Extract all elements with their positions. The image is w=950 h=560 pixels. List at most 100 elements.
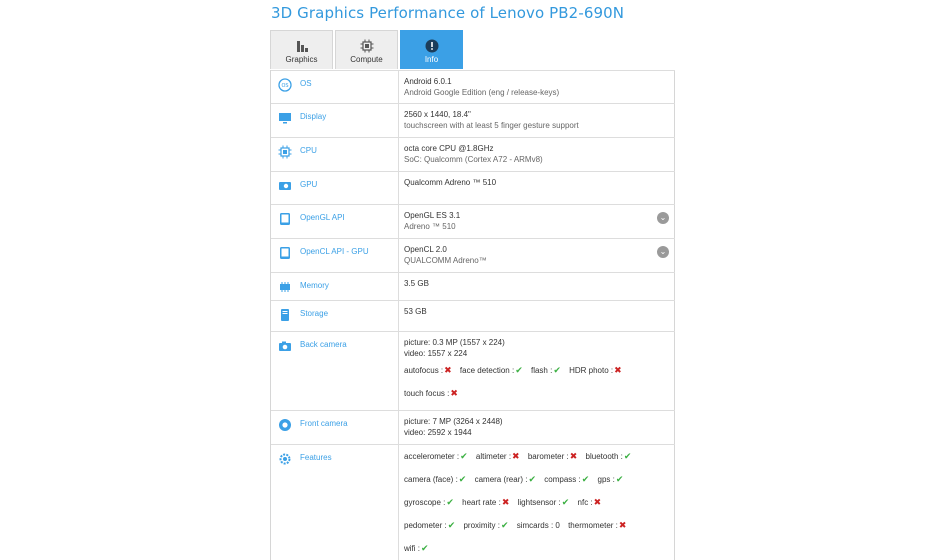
display-touch: touchscreen with at least 5 finger gestu… xyxy=(404,121,579,130)
row-gpu-label: GPU xyxy=(300,180,318,189)
opengl-icon xyxy=(280,213,290,225)
cross-icon: ✖ xyxy=(614,365,622,375)
tab-info[interactable]: Info xyxy=(400,30,463,69)
front-camera-picture: picture: 7 MP (3264 x 2448) xyxy=(404,417,503,426)
feature-nfc: nfc :✖ xyxy=(578,491,602,514)
row-gpu: GPU Qualcomm Adreno ™ 510 xyxy=(271,171,675,204)
feature-altimeter: altimeter :✖ xyxy=(476,445,520,468)
svg-text:OS: OS xyxy=(281,83,288,89)
cpu-soc: SoC: Qualcomm (Cortex A72 - ARMv8) xyxy=(404,155,543,164)
check-icon: ✔ xyxy=(500,520,509,530)
feature-camera-face: camera (face) :✔ xyxy=(404,468,466,491)
feature-flash: flash :✔ xyxy=(531,359,561,382)
row-os: OS OS Android 6.0.1 Android Google Editi… xyxy=(271,70,675,103)
back-camera-features: autofocus :✖ face detection :✔ flash :✔ … xyxy=(404,359,671,405)
feature-autofocus: autofocus :✖ xyxy=(404,359,452,382)
row-storage-label: Storage xyxy=(300,309,329,318)
tab-graphics[interactable]: Graphics xyxy=(270,30,333,69)
feature-hdr-photo: HDR photo :✖ xyxy=(569,359,622,382)
row-front-camera: Front camera picture: 7 MP (3264 x 2448)… xyxy=(271,410,675,444)
check-icon: ✔ xyxy=(581,474,590,484)
chip-icon xyxy=(360,39,373,53)
expand-opengl-chevron-icon[interactable]: ⌄ xyxy=(657,212,669,224)
check-icon: ✔ xyxy=(447,520,456,530)
row-back-camera: Back camera picture: 0.3 MP (1557 x 224)… xyxy=(271,331,675,410)
cross-icon: ✖ xyxy=(618,520,627,530)
check-icon: ✔ xyxy=(446,497,454,507)
cpu-cores: octa core CPU @1.8GHz xyxy=(404,144,494,153)
feature-simcards: simcards : 0 xyxy=(516,521,560,530)
row-back-camera-label: Back camera xyxy=(300,340,347,349)
cross-icon: ✖ xyxy=(569,451,578,461)
opencl-version: OpenCL 2.0 xyxy=(404,245,447,254)
front-camera-icon xyxy=(279,419,291,431)
row-storage: Storage 53 GB xyxy=(271,300,675,331)
feature-barometer: barometer :✖ xyxy=(528,445,577,468)
gear-icon xyxy=(279,453,291,465)
expand-opencl-chevron-icon[interactable]: ⌄ xyxy=(657,246,669,258)
bar-chart-icon xyxy=(296,41,308,52)
gpu-name: Qualcomm Adreno ™ 510 xyxy=(404,178,497,187)
feature-gps: gps :✔ xyxy=(598,468,624,491)
display-resolution: 2560 x 1440, 18.4" xyxy=(404,110,471,119)
page-title: 3D Graphics Performance of Lenovo PB2-69… xyxy=(271,4,625,22)
tab-compute[interactable]: Compute xyxy=(335,30,398,69)
feature-proximity: proximity :✔ xyxy=(463,514,508,537)
feature-bluetooth: bluetooth :✔ xyxy=(586,445,632,468)
cpu-icon xyxy=(278,145,292,159)
row-opengl[interactable]: OpenGL API OpenGL ES 3.1 Adreno ™ 510 ⌄ xyxy=(271,204,675,238)
row-os-label: OS xyxy=(300,79,312,88)
feature-face-detection: face detection :✔ xyxy=(460,359,523,382)
info-icon xyxy=(425,39,438,53)
storage-size: 53 GB xyxy=(404,307,427,316)
memory-icon xyxy=(280,282,290,292)
check-icon: ✔ xyxy=(623,451,632,461)
feature-lightsensor: lightsensor :✔ xyxy=(518,491,570,514)
row-front-camera-label: Front camera xyxy=(300,419,348,428)
row-opengl-label: OpenGL API xyxy=(300,213,345,222)
row-opencl[interactable]: OpenCL API - GPU OpenCL 2.0 QUALCOMM Adr… xyxy=(271,238,675,272)
check-icon: ✔ xyxy=(528,474,537,484)
feature-gyroscope: gyroscope :✔ xyxy=(404,491,454,514)
row-display: Display 2560 x 1440, 18.4" touchscreen w… xyxy=(271,103,675,137)
back-camera-picture: picture: 0.3 MP (1557 x 224) xyxy=(404,338,505,347)
opengl-renderer: Adreno ™ 510 xyxy=(404,222,456,231)
feature-heart-rate: heart rate :✖ xyxy=(462,491,509,514)
check-icon: ✔ xyxy=(615,474,624,484)
opencl-icon xyxy=(280,247,290,259)
check-icon: ✔ xyxy=(561,497,570,507)
cross-icon: ✖ xyxy=(593,497,602,507)
row-features: Features accelerometer :✔ altimeter :✖ b… xyxy=(271,444,675,560)
check-icon: ✔ xyxy=(553,365,561,375)
feature-compass: compass :✔ xyxy=(544,468,589,491)
check-icon: ✔ xyxy=(460,451,468,461)
row-features-label: Features xyxy=(300,453,332,462)
opengl-version: OpenGL ES 3.1 xyxy=(404,211,461,220)
front-camera-video: video: 2592 x 1944 xyxy=(404,428,472,437)
feature-camera-rear: camera (rear) :✔ xyxy=(475,468,536,491)
tab-compute-label: Compute xyxy=(350,55,383,64)
row-memory: Memory 3.5 GB xyxy=(271,272,675,300)
back-camera-video: video: 1557 x 224 xyxy=(404,349,468,358)
memory-size: 3.5 GB xyxy=(404,279,429,288)
row-display-label: Display xyxy=(300,112,327,121)
os-icon: OS xyxy=(278,78,292,92)
row-opencl-label: OpenCL API - GPU xyxy=(300,247,369,256)
check-icon: ✔ xyxy=(515,365,523,375)
tab-info-label: Info xyxy=(424,55,439,64)
info-panel: OS OS Android 6.0.1 Android Google Editi… xyxy=(270,70,675,560)
camera-icon xyxy=(279,341,291,351)
cross-icon: ✖ xyxy=(450,388,458,398)
row-cpu-label: CPU xyxy=(300,146,317,155)
row-cpu: CPU octa core CPU @1.8GHz SoC: Qualcomm … xyxy=(271,137,675,171)
feature-thermometer: thermometer :✖ xyxy=(568,514,626,537)
cross-icon: ✖ xyxy=(512,451,520,461)
tab-graphics-label: Graphics xyxy=(285,55,318,64)
cross-icon: ✖ xyxy=(444,365,452,375)
feature-wifi: wifi :✔ xyxy=(404,537,429,560)
cross-icon: ✖ xyxy=(501,497,510,507)
tab-bar: Graphics Compute Info xyxy=(270,30,465,70)
feature-pedometer: pedometer :✔ xyxy=(404,514,455,537)
feature-touch-focus: touch focus :✖ xyxy=(404,382,458,405)
storage-icon xyxy=(281,309,289,321)
